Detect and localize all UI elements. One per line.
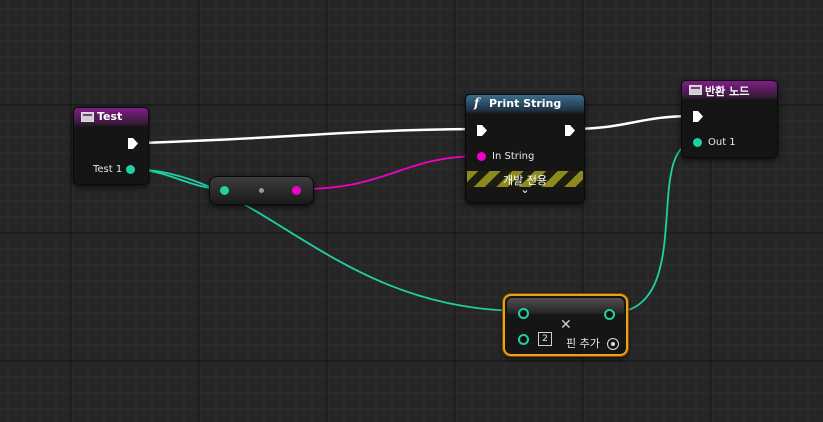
- return-node-title: 반환 노드: [705, 85, 750, 98]
- out-1-pin[interactable]: [693, 138, 702, 147]
- array-input-pin-1[interactable]: [518, 308, 529, 319]
- out-1-label: Out 1: [708, 137, 736, 148]
- entry-node-title: Test: [97, 110, 123, 123]
- print-string-title: Print String: [489, 97, 562, 110]
- return-node-header[interactable]: 반환 노드: [682, 81, 777, 100]
- entry-output-label: Test 1: [93, 164, 123, 175]
- function-icon: f: [474, 96, 480, 110]
- exec-in-pin[interactable]: [693, 111, 703, 122]
- expand-chevron-icon[interactable]: ⌄: [466, 183, 584, 196]
- event-icon: [689, 85, 702, 95]
- add-pin-icon[interactable]: [607, 338, 619, 350]
- graph-canvas-grid[interactable]: [0, 0, 823, 422]
- remove-pin-icon[interactable]: ✕: [560, 317, 572, 333]
- entry-node-header[interactable]: Test: [74, 108, 148, 127]
- entry-node[interactable]: Test Test 1: [73, 107, 149, 185]
- exec-out-pin[interactable]: [128, 138, 138, 149]
- print-string-header[interactable]: f Print String: [466, 95, 584, 114]
- exec-out-pin[interactable]: [565, 125, 575, 136]
- array-input-pin-2[interactable]: [518, 334, 529, 345]
- entry-output-pin[interactable]: [126, 165, 135, 174]
- print-string-node[interactable]: f Print String In String 개발 전용 ⌄: [465, 94, 585, 203]
- reroute-input-pin[interactable]: [220, 186, 229, 195]
- reroute-output-pin[interactable]: [292, 186, 301, 195]
- add-pin-label[interactable]: 핀 추가: [566, 335, 600, 351]
- index-value-box[interactable]: 2: [538, 332, 552, 346]
- array-output-pin[interactable]: [604, 309, 615, 320]
- reroute-node[interactable]: [209, 176, 314, 205]
- make-array-node[interactable]: 2 ✕ 핀 추가: [503, 294, 628, 356]
- in-string-label: In String: [492, 151, 535, 162]
- reroute-center-dot: [259, 188, 264, 193]
- exec-in-pin[interactable]: [477, 125, 487, 136]
- event-icon: [81, 112, 94, 122]
- return-node[interactable]: 반환 노드 Out 1: [681, 80, 778, 158]
- in-string-pin[interactable]: [477, 152, 486, 161]
